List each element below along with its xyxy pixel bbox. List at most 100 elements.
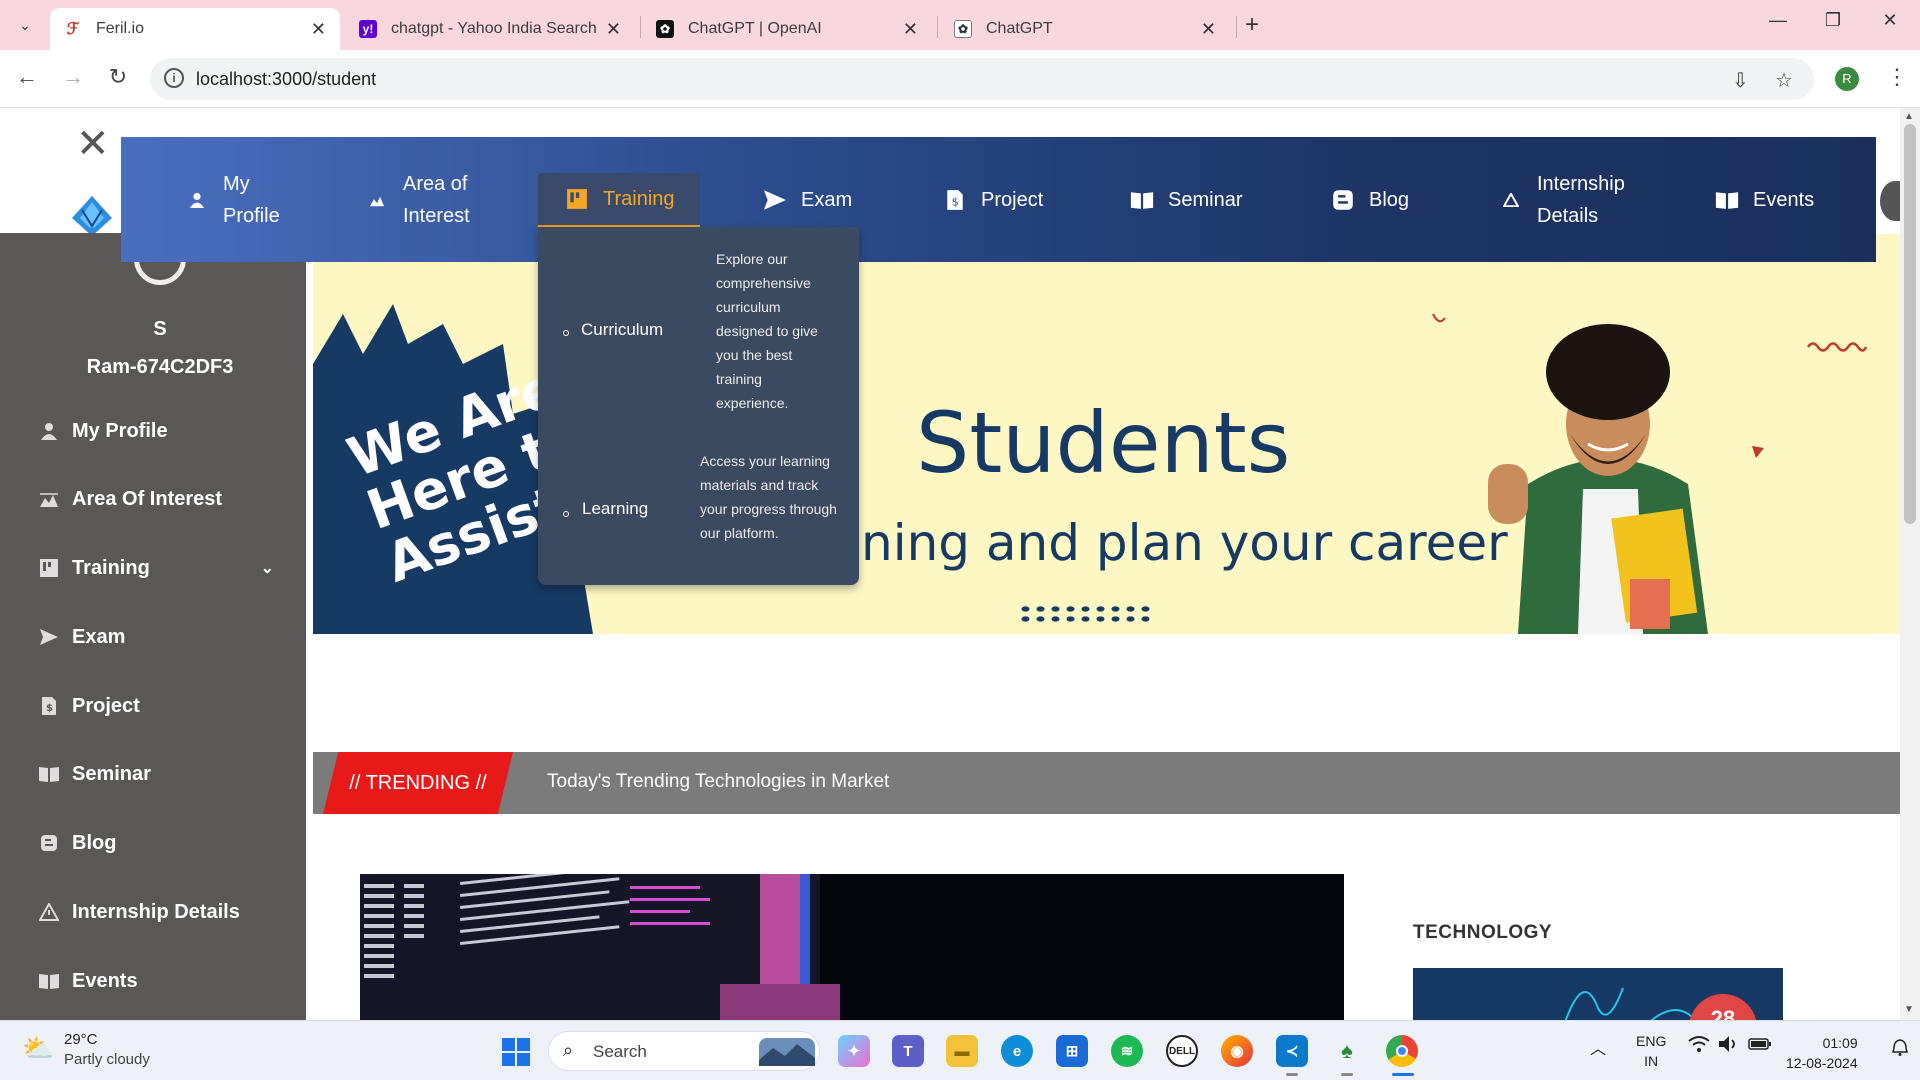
training-icon [38,557,60,579]
sidebar-item-project[interactable]: $ Project [38,686,278,726]
sidebar-item-training[interactable]: Training ⌄ [38,548,274,588]
bookmark-star-icon[interactable]: ☆ [1775,68,1793,93]
url-text[interactable]: localhost:3000/student [196,69,376,90]
tab-chatgpt[interactable]: ✿ ChatGPT ✕ [940,8,1230,50]
tab-feril[interactable]: ℱ Feril.io ✕ [50,8,340,50]
browser-tab-bar: ⌄ ℱ Feril.io ✕ y! chatgpt - Yahoo India … [0,0,1920,50]
sidebar-item-label: Project [72,694,140,717]
tab-yahoo-search[interactable]: y! chatgpt - Yahoo India Search Re ✕ [345,8,635,50]
nav-area-of-interest[interactable]: Area of Interest [363,137,470,262]
tab-title: ChatGPT [986,20,1053,37]
nav-internship-details[interactable]: Internship Details [1497,137,1625,262]
nav-seminar[interactable]: Seminar [1128,137,1242,262]
address-bar[interactable]: i localhost:3000/student ⇩ ☆ [150,58,1814,100]
wifi-icon[interactable] [1688,1035,1710,1057]
page-scrollbar[interactable]: ▲ ▼ [1900,108,1920,1020]
nav-events[interactable]: Events [1713,137,1814,262]
sidebar-item-my-profile[interactable]: My Profile [38,411,278,451]
chrome-icon[interactable] [1386,1035,1418,1067]
back-icon[interactable]: ← [12,64,42,90]
sidebar-item-label: Training [72,556,150,579]
dell-icon[interactable]: DELL [1166,1035,1198,1067]
battery-icon[interactable] [1748,1035,1772,1057]
feril-icon: ℱ [64,20,82,38]
edge-icon[interactable]: e [1001,1035,1033,1067]
sidebar-item-blog[interactable]: Blog [38,823,278,863]
site-info-icon[interactable]: i [164,68,184,88]
sidebar-item-exam[interactable]: Exam [38,617,278,657]
store-icon[interactable]: ⊞ [1056,1035,1088,1067]
technology-heading: TECHNOLOGY [1413,922,1553,943]
nav-label: Blog [1369,188,1410,211]
system-clock[interactable]: 01:09 12-08-2024 [1786,1033,1858,1073]
minimize-icon[interactable]: — [1758,10,1798,31]
copilot-icon[interactable]: ✦ [838,1035,870,1067]
scroll-down-icon[interactable]: ▼ [1904,1004,1914,1015]
close-sidebar-icon[interactable]: ✕ [76,124,110,164]
tab-title: Feril.io [96,20,145,37]
featured-article-image[interactable] [360,874,1344,1020]
nav-training[interactable]: Training [538,173,700,228]
area-icon [38,488,60,510]
book-icon [38,763,60,785]
windows-start-icon[interactable] [502,1038,530,1066]
nav-label: Interest [403,204,470,227]
new-tab-icon[interactable]: + [1245,11,1259,39]
sidebar-item-events[interactable]: Events [38,961,278,1001]
blog-icon [1329,188,1357,212]
tab-chatgpt-openai[interactable]: ✿ ChatGPT | OpenAI ✕ [642,8,932,50]
vscode-icon[interactable]: ≺ [1276,1035,1308,1067]
close-tab-icon[interactable]: ✕ [903,19,918,40]
language-code: ENG [1636,1033,1667,1049]
scrollbar-thumb[interactable] [1904,124,1916,524]
volume-icon[interactable] [1718,1035,1740,1057]
user-menu-avatar[interactable] [1880,181,1900,221]
sidebar-item-area-of-interest[interactable]: Area Of Interest [38,479,278,519]
install-app-icon[interactable]: ⇩ [1732,68,1749,93]
nav-blog[interactable]: Blog [1329,137,1409,262]
close-tab-icon[interactable]: ✕ [311,19,326,40]
project-icon: $ [38,695,60,717]
window-close-icon[interactable]: ✕ [1870,10,1910,31]
reload-icon[interactable]: ↻ [103,64,133,90]
nav-project[interactable]: $ Project [941,137,1043,262]
mongodb-icon[interactable]: ♠ [1331,1035,1363,1067]
close-tab-icon[interactable]: ✕ [606,19,621,40]
language-indicator[interactable]: ENG IN [1636,1031,1666,1071]
user-name: S [153,318,167,340]
weather-temperature[interactable]: 29°C [64,1031,98,1048]
show-hidden-icons-chevron[interactable]: ︿ [1590,1035,1606,1059]
chevron-down-icon[interactable]: ⌄ [261,558,274,578]
dropdown-item-learning[interactable]: Learning [582,499,648,519]
sidebar-item-seminar[interactable]: Seminar [38,754,278,794]
restore-icon[interactable]: ❐ [1813,10,1853,31]
sidebar-item-internship-details[interactable]: Internship Details [38,892,278,932]
partly-cloudy-icon[interactable]: ⛅ [22,1033,54,1064]
forward-icon[interactable]: → [58,64,88,90]
svg-text:$: $ [952,195,959,208]
file-explorer-icon[interactable]: ▬ [946,1035,978,1067]
sidebar-item-label: Area Of Interest [72,487,223,510]
close-tab-icon[interactable]: ✕ [1201,19,1216,40]
nav-my-profile[interactable]: My Profile [183,137,280,262]
nav-label: Area of [403,172,468,195]
tab-divider [640,16,641,38]
taskbar-search[interactable]: ⌕ Search [548,1031,820,1071]
tab-search-chevron-icon[interactable]: ⌄ [10,12,40,38]
scroll-up-icon[interactable]: ▲ [1904,111,1914,122]
teams-icon[interactable]: T [892,1035,924,1067]
technology-image[interactable]: 28 [1413,968,1783,1020]
blog-icon [38,832,60,854]
browser-menu-icon[interactable]: ⋮ [1886,64,1908,90]
sidebar-item-label: Internship Details [72,900,240,923]
tab-divider [1236,16,1237,38]
spotify-icon[interactable]: ≋ [1111,1035,1143,1067]
profile-avatar[interactable]: R [1835,67,1859,91]
notification-bell-icon[interactable] [1892,1039,1908,1061]
firefox-icon[interactable]: ◉ [1221,1035,1253,1067]
book-icon [1128,188,1156,212]
region-code: IN [1644,1053,1659,1069]
trending-text[interactable]: Today's Trending Technologies in Market [547,771,889,793]
dropdown-item-curriculum[interactable]: Curriculum [581,320,663,340]
weather-description[interactable]: Partly cloudy [64,1051,150,1068]
